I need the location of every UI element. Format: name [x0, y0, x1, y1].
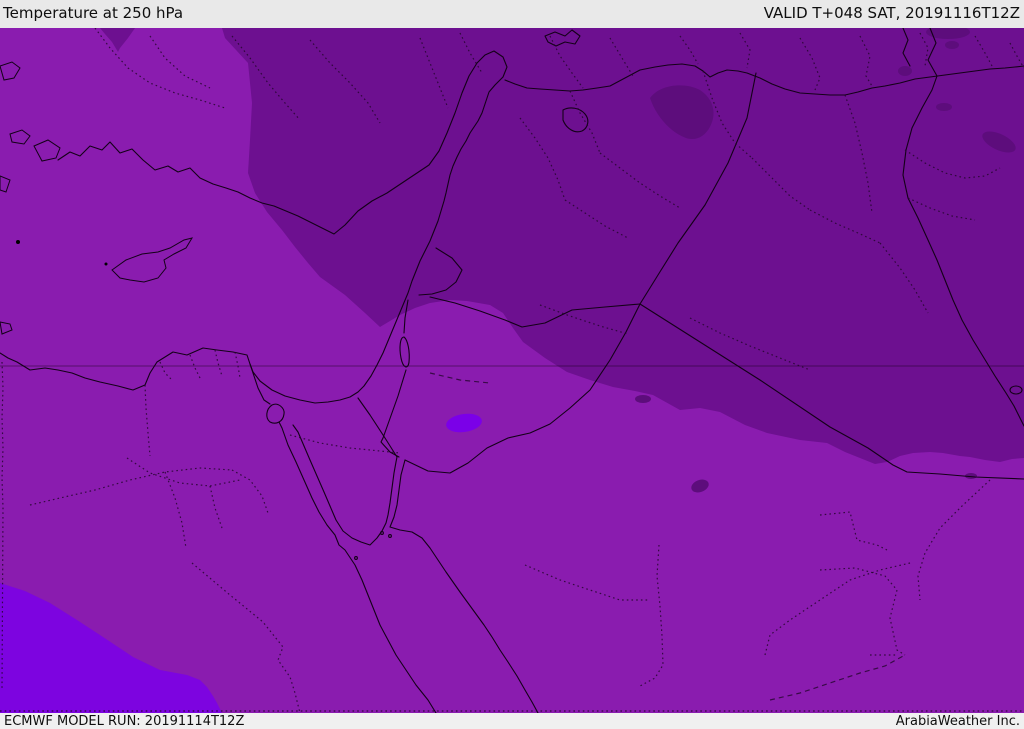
brand-label: ArabiaWeather Inc.	[895, 713, 1020, 729]
temperature-map-canvas	[0, 28, 1024, 713]
footer-bar: ECMWF MODEL RUN: 20191114T12Z ArabiaWeat…	[0, 713, 1024, 729]
weather-map	[0, 28, 1024, 713]
model-run-label: ECMWF MODEL RUN: 20191114T12Z	[4, 713, 245, 729]
header-bar: Temperature at 250 hPa VALID T+048 SAT, …	[0, 0, 1024, 28]
page-title: Temperature at 250 hPa	[3, 4, 184, 22]
valid-time-label: VALID T+048 SAT, 20191116T12Z	[763, 4, 1020, 22]
